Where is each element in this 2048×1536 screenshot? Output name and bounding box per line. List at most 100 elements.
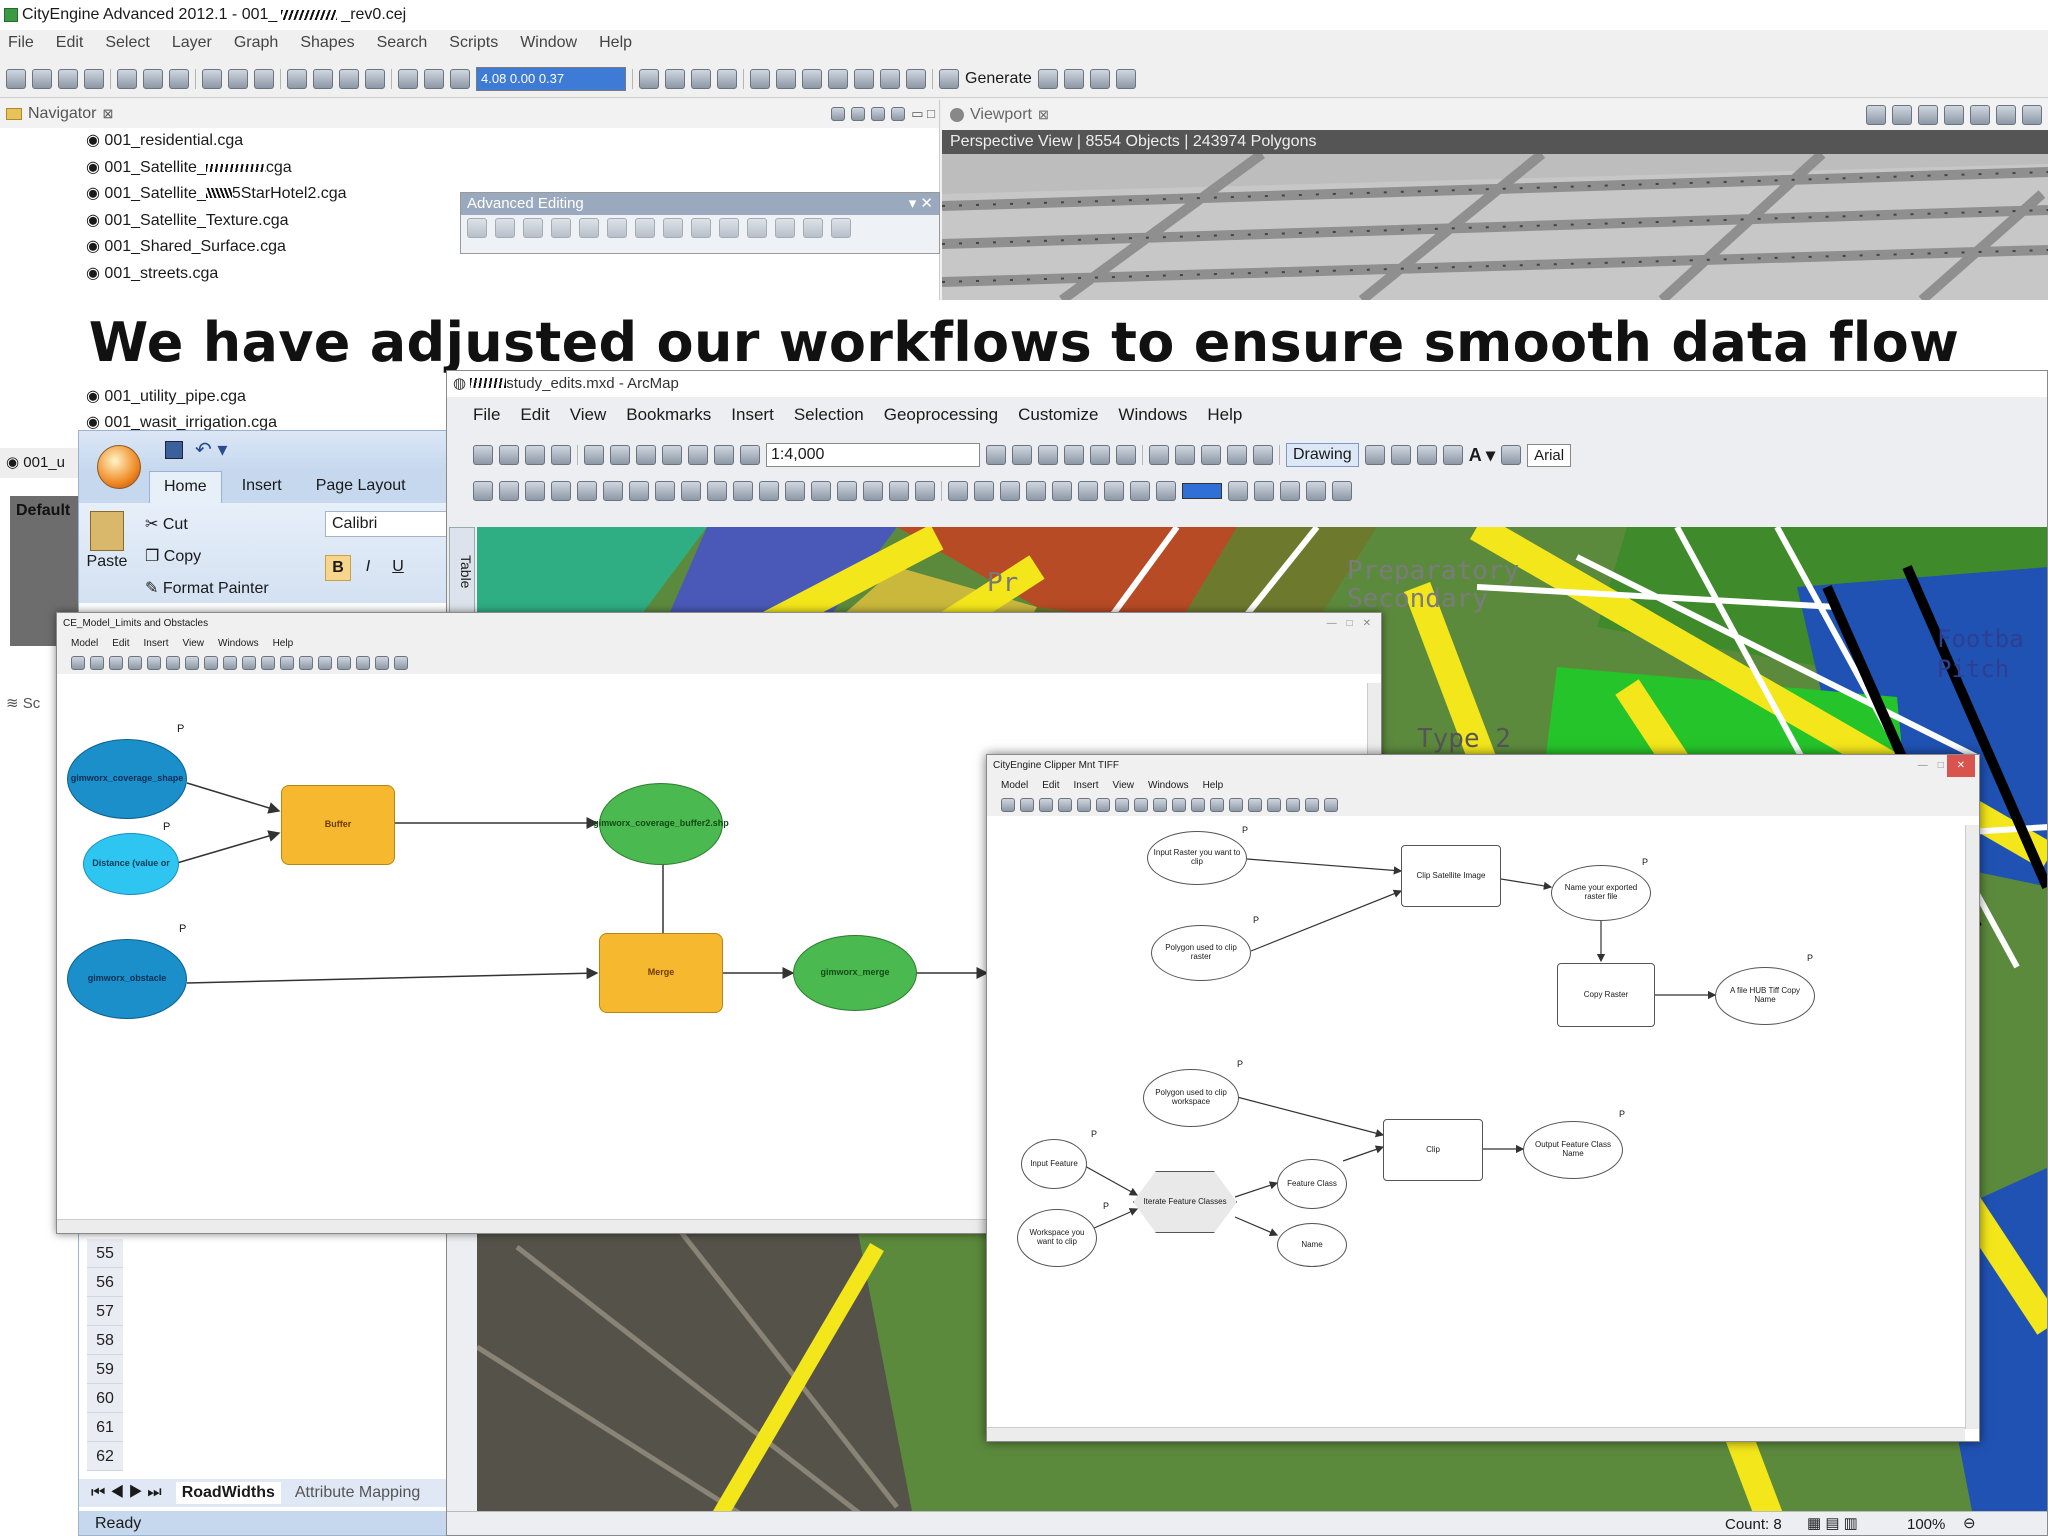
menu-select[interactable]: Select (105, 34, 149, 56)
zoom-whole-page-icon[interactable] (1416, 445, 1437, 465)
redo-icon[interactable] (1134, 798, 1148, 812)
coordinate-input[interactable]: 4.08 0.00 0.37 (476, 66, 626, 91)
menu-graph[interactable]: Graph (234, 34, 278, 56)
editor-icon[interactable] (986, 445, 1006, 465)
paste-icon[interactable] (147, 656, 161, 670)
model-node-clip[interactable]: Clip (1383, 1119, 1483, 1181)
row-header[interactable]: 60 (87, 1384, 123, 1413)
model-node-buffer[interactable]: Buffer (281, 785, 395, 865)
snapping-icon[interactable] (1306, 481, 1326, 501)
pan-icon[interactable] (318, 656, 332, 670)
python-icon[interactable] (1116, 445, 1136, 465)
search-icon[interactable] (1064, 445, 1084, 465)
edit-tool-icon[interactable] (803, 218, 823, 238)
menu-edit[interactable]: Edit (56, 34, 84, 56)
fixed-zoom-out-icon[interactable] (603, 481, 623, 501)
model-node-polygon-clip-raster[interactable]: Polygon used to clip raster (1151, 925, 1251, 981)
select-elements-icon[interactable] (1364, 445, 1385, 465)
model-node-workspace[interactable]: Workspace you want to clip (1017, 1209, 1097, 1267)
menu-help[interactable]: Help (273, 638, 294, 649)
connect-icon[interactable] (1286, 798, 1300, 812)
auto-layout-icon[interactable] (1172, 798, 1186, 812)
filter-icon[interactable] (871, 107, 886, 121)
menu-model[interactable]: Model (71, 638, 98, 649)
snapping-icon[interactable] (1228, 481, 1248, 501)
menu-windows[interactable]: Windows (1148, 780, 1189, 791)
extrude-icon[interactable] (828, 68, 848, 89)
editor-tool-icon[interactable] (1130, 481, 1150, 501)
model-node-obstacle[interactable]: gimworx_obstacle (67, 939, 187, 1019)
fixed-zoom-in-icon[interactable] (577, 481, 597, 501)
edit-tool-icon[interactable] (523, 218, 543, 238)
sheet-tab-roadwidths[interactable]: RoadWidths (175, 1482, 281, 1504)
text-tool-icon[interactable]: A ▾ (1469, 445, 1495, 466)
full-extent-icon[interactable] (1191, 798, 1205, 812)
undo-icon[interactable] (1115, 798, 1129, 812)
row-header[interactable]: 58 (87, 1326, 123, 1355)
copy-icon[interactable] (128, 656, 142, 670)
shadow-icon[interactable] (1944, 105, 1964, 125)
editor-tool-icon[interactable] (1156, 481, 1176, 501)
select-icon[interactable] (337, 656, 351, 670)
update-icon[interactable] (1037, 68, 1058, 89)
editor-tool-icon[interactable] (1026, 481, 1046, 501)
bookmark-icon[interactable] (1970, 105, 1990, 125)
menu-help[interactable]: Help (1207, 405, 1242, 429)
row-header[interactable]: 55 (87, 1239, 123, 1268)
move-icon[interactable] (202, 68, 222, 89)
find-icon[interactable] (863, 481, 883, 501)
close-icon[interactable]: ▾ ✕ (909, 193, 939, 215)
underline-button[interactable]: U (385, 555, 411, 581)
editor-tool-icon[interactable] (974, 481, 994, 501)
row-header[interactable]: 56 (87, 1268, 123, 1297)
menu-help[interactable]: Help (1203, 780, 1224, 791)
full-extent-icon[interactable] (261, 656, 275, 670)
collapse-icon[interactable] (831, 107, 846, 121)
generate-icon[interactable] (939, 68, 959, 89)
redo-icon[interactable] (714, 445, 734, 465)
menu-shapes[interactable]: Shapes (300, 34, 354, 56)
tab-home[interactable]: Home (149, 471, 222, 503)
camera-icon[interactable] (365, 68, 385, 89)
export-icon[interactable] (1115, 68, 1136, 89)
cut-icon[interactable] (1039, 798, 1053, 812)
rotate-icon[interactable] (228, 68, 248, 89)
menu-insert[interactable]: Insert (731, 405, 774, 429)
redo-icon[interactable] (204, 656, 218, 670)
menu-bookmarks[interactable]: Bookmarks (626, 405, 711, 429)
edit-tool-icon[interactable] (831, 218, 851, 238)
new-icon[interactable] (6, 68, 26, 89)
menu-windows[interactable]: Windows (218, 638, 259, 649)
drawing-dropdown[interactable]: Drawing (1286, 443, 1359, 467)
link-icon[interactable] (851, 107, 866, 121)
open-folder-icon[interactable] (32, 68, 52, 89)
save-icon[interactable] (71, 656, 85, 670)
window-controls[interactable]: — □ ✕ (1918, 755, 1979, 777)
cut-icon[interactable] (109, 656, 123, 670)
connect-icon[interactable] (356, 656, 370, 670)
clear-selection-icon[interactable] (707, 481, 727, 501)
menu-edit[interactable]: Edit (112, 638, 129, 649)
editor-tool-icon[interactable] (948, 481, 968, 501)
cut-icon[interactable] (584, 445, 604, 465)
zoom-out-icon[interactable] (1229, 798, 1243, 812)
edit-tool-icon[interactable] (635, 218, 655, 238)
select-elements-icon[interactable] (733, 481, 753, 501)
layout-icon[interactable] (1175, 445, 1195, 465)
format-painter-button[interactable]: ✎ Format Painter (145, 573, 269, 605)
paste-icon[interactable] (1077, 798, 1091, 812)
row-header[interactable]: 62 (87, 1442, 123, 1471)
color-swatch[interactable] (1182, 483, 1222, 499)
model-node-feature-class[interactable]: Feature Class (1277, 1159, 1347, 1209)
paste-button[interactable]: Paste (85, 511, 129, 571)
pin-icon[interactable] (84, 68, 104, 89)
model-2-horizontal-scrollbar[interactable] (987, 1427, 1965, 1441)
save-icon[interactable] (525, 445, 545, 465)
cut-button[interactable]: ✂ Cut (145, 509, 269, 541)
view-menu-icon[interactable] (891, 107, 906, 121)
html-popup-icon[interactable] (811, 481, 831, 501)
menu-windows[interactable]: Windows (1118, 405, 1187, 429)
pan-icon[interactable] (525, 481, 545, 501)
texture-icon[interactable] (880, 68, 900, 89)
table-of-contents-tab[interactable]: Table (449, 527, 475, 613)
